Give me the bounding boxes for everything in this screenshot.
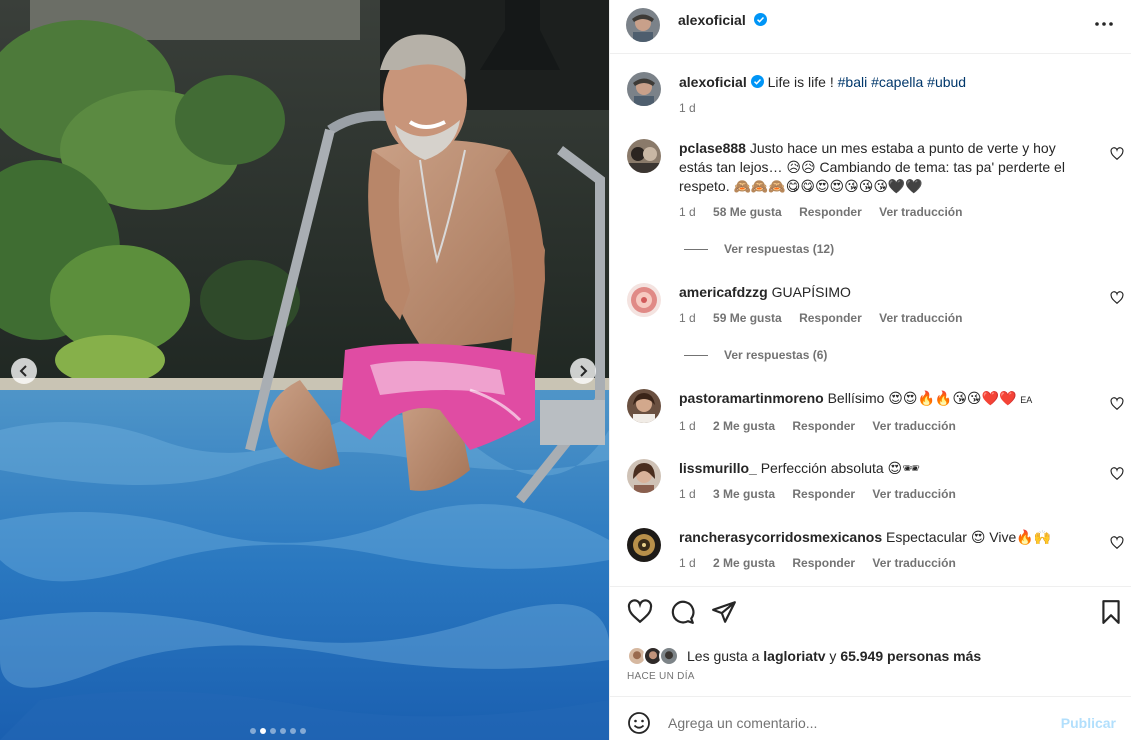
comment-text: Perfección absoluta 😍🕶: [760, 460, 920, 476]
comment-meta: 1 d 2 Me gusta Responder Ver traducción: [679, 554, 1083, 573]
post-timestamp[interactable]: HACE UN DÍA: [627, 671, 695, 682]
likes-prefix: Les gusta a: [687, 648, 760, 664]
translate-button[interactable]: Ver traducción: [872, 556, 955, 570]
post-photo: [0, 0, 609, 740]
comment-likes[interactable]: 59 Me gusta: [713, 311, 782, 325]
comment-likes[interactable]: 3 Me gusta: [713, 487, 775, 501]
post-media[interactable]: [0, 0, 609, 740]
heart-icon[interactable]: [1110, 397, 1124, 411]
post-details-panel: alexoficial alexoficial Life is life ! #…: [609, 0, 1131, 740]
comment-username[interactable]: rancherasycorridosmexicanos: [679, 529, 882, 545]
post-actions: Les gusta a lagloriatv y 65.949 personas…: [610, 586, 1131, 696]
caption-text: Life is life !: [767, 74, 834, 90]
view-replies-button[interactable]: Ver respuestas (12): [684, 242, 834, 256]
comment-meta: 1 d 59 Me gusta Responder Ver traducción: [679, 309, 1083, 328]
reply-button[interactable]: Responder: [799, 205, 862, 219]
carousel-dot: [250, 728, 256, 734]
post-header: alexoficial: [610, 0, 1131, 54]
liker-avatar: [659, 646, 679, 666]
smile-icon[interactable]: [627, 711, 651, 735]
publish-button[interactable]: Publicar: [1061, 715, 1116, 731]
comment-icon[interactable]: [669, 599, 695, 625]
comment-timestamp[interactable]: 1 d: [679, 487, 696, 501]
comment-likes[interactable]: 2 Me gusta: [713, 556, 775, 570]
comment-meta: 1 d 2 Me gusta Responder Ver traducción: [679, 417, 1083, 436]
carousel-dot: [290, 728, 296, 734]
caption-meta: 1 d: [679, 99, 1083, 118]
carousel-dot: [300, 728, 306, 734]
hashtag-link[interactable]: #capella: [871, 74, 923, 90]
translate-button[interactable]: Ver traducción: [872, 487, 955, 501]
heart-icon[interactable]: [1110, 467, 1124, 481]
comment-username[interactable]: pclase888: [679, 140, 746, 156]
comment-text: Bellísimo 😍😍🔥🔥😘😘❤️❤️: [827, 390, 1017, 406]
heart-icon[interactable]: [1110, 291, 1124, 305]
hashtag-link[interactable]: #bali: [838, 74, 868, 90]
comment-timestamp[interactable]: 1 d: [679, 311, 696, 325]
carousel-indicator: [250, 728, 306, 734]
comment-timestamp[interactable]: 1 d: [679, 556, 696, 570]
author-username[interactable]: alexoficial: [678, 12, 746, 28]
verified-badge-icon: [753, 13, 767, 26]
comment-username[interactable]: americafdzzg: [679, 284, 768, 300]
carousel-dot: [280, 728, 286, 734]
translate-button[interactable]: Ver traducción: [879, 311, 962, 325]
bookmark-icon[interactable]: [1098, 599, 1124, 625]
carousel-next-button[interactable]: [570, 358, 596, 384]
comment-text: GUAPÍSIMO: [771, 284, 851, 300]
author-name-row[interactable]: alexoficial: [678, 12, 767, 28]
comment-input[interactable]: [668, 711, 1048, 735]
caption-username[interactable]: alexoficial: [679, 74, 747, 90]
comment-likes[interactable]: 58 Me gusta: [713, 205, 782, 219]
translate-button[interactable]: Ver traducción: [879, 205, 962, 219]
commenter-avatar[interactable]: [627, 459, 661, 493]
heart-icon[interactable]: [627, 599, 653, 625]
verified-badge-icon: [750, 75, 764, 88]
comment-meta: 1 d 58 Me gusta Responder Ver traducción: [679, 203, 1083, 222]
comment-likes[interactable]: 2 Me gusta: [713, 419, 775, 433]
reply-button[interactable]: Responder: [799, 311, 862, 325]
commenter-avatar[interactable]: [627, 389, 661, 423]
comment-timestamp[interactable]: 1 d: [679, 419, 696, 433]
reply-button[interactable]: Responder: [792, 419, 855, 433]
chevron-right-icon: [580, 365, 588, 377]
heart-icon[interactable]: [1110, 536, 1124, 550]
comment-meta: 1 d 3 Me gusta Responder Ver traducción: [679, 485, 1083, 504]
likes-summary: Les gusta a lagloriatv y 65.949 personas…: [627, 645, 981, 667]
comment-text: Espectacular 😍 Vive🔥🙌: [886, 529, 1052, 545]
share-icon[interactable]: [711, 599, 737, 625]
commenter-avatar[interactable]: [627, 139, 661, 173]
more-horizontal-icon[interactable]: [1092, 12, 1116, 36]
caption-timestamp[interactable]: 1 d: [679, 101, 696, 115]
chevron-left-icon: [19, 365, 27, 377]
liker-avatars: [627, 645, 683, 667]
comments-list[interactable]: alexoficial Life is life ! #bali #capell…: [610, 55, 1131, 585]
carousel-dot: [260, 728, 266, 734]
reply-button[interactable]: Responder: [792, 487, 855, 501]
hashtag-link[interactable]: #ubud: [927, 74, 966, 90]
author-avatar[interactable]: [627, 72, 661, 106]
carousel-dot: [270, 728, 276, 734]
view-replies-button[interactable]: Ver respuestas (6): [684, 348, 827, 362]
carousel-prev-button[interactable]: [11, 358, 37, 384]
author-avatar[interactable]: [626, 8, 660, 42]
likes-and: y: [829, 648, 837, 664]
comment-username[interactable]: lissmurillo_: [679, 460, 757, 476]
heart-icon[interactable]: [1110, 147, 1124, 161]
reply-button[interactable]: Responder: [792, 556, 855, 570]
liker-username[interactable]: lagloriatv: [763, 648, 825, 664]
commenter-avatar[interactable]: [627, 283, 661, 317]
commenter-avatar[interactable]: [627, 528, 661, 562]
comment-suffix: EA: [1020, 395, 1033, 405]
comment-username[interactable]: pastoramartinmoreno: [679, 390, 824, 406]
translate-button[interactable]: Ver traducción: [872, 419, 955, 433]
add-comment-bar: Publicar: [610, 696, 1131, 740]
comment-timestamp[interactable]: 1 d: [679, 205, 696, 219]
likes-count[interactable]: 65.949 personas más: [840, 648, 981, 664]
